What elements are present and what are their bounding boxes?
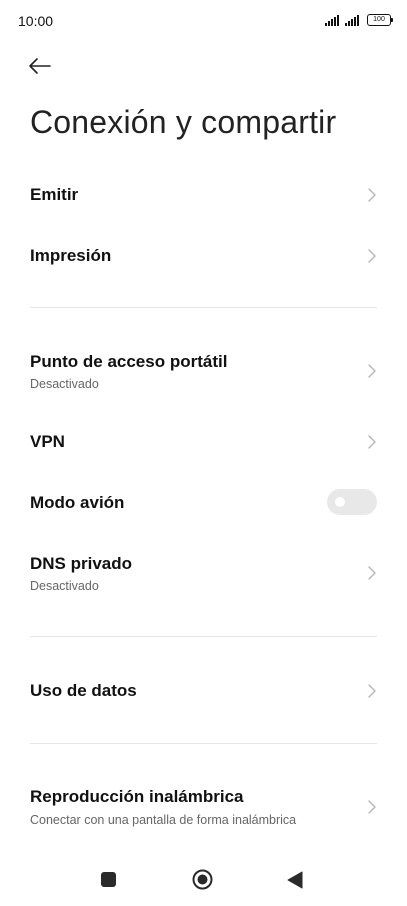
settings-item-label: VPN [30, 432, 65, 451]
chevron-right-icon [368, 188, 376, 202]
divider [30, 636, 377, 637]
status-bar: 10:00 100 [0, 0, 407, 44]
back-arrow-icon [29, 58, 51, 74]
recents-icon[interactable] [101, 872, 116, 887]
settings-item-label: Impresión [30, 246, 112, 265]
airplane-mode-toggle[interactable] [327, 489, 377, 515]
settings-item-label: Modo avión [30, 493, 125, 512]
settings-item-private-dns[interactable]: DNS privado Desactivado [0, 542, 407, 604]
divider [30, 307, 377, 308]
settings-item-status: Desactivado [30, 377, 99, 391]
settings-item-status: Conectar con una pantalla de forma inalá… [30, 813, 297, 827]
settings-item-label: Uso de datos [30, 681, 137, 700]
divider [30, 743, 377, 744]
battery-icon: 100 [367, 14, 393, 26]
signal-icon [325, 15, 339, 26]
chevron-right-icon [368, 800, 376, 814]
back-icon[interactable] [287, 871, 303, 889]
chevron-right-icon [368, 249, 376, 263]
settings-item-impresion[interactable]: Impresión [0, 230, 407, 280]
settings-item-emitir[interactable]: Emitir [0, 170, 407, 220]
navigation-bar [0, 858, 407, 902]
chevron-right-icon [368, 566, 376, 580]
settings-item-label: Reproducción inalámbrica [30, 787, 244, 806]
status-icons: 100 [325, 14, 393, 26]
chevron-right-icon [368, 435, 376, 449]
signal-icon [345, 15, 359, 26]
toggle-knob [335, 497, 345, 507]
settings-item-status: Desactivado [30, 579, 99, 593]
chevron-right-icon [368, 364, 376, 378]
settings-item-hotspot[interactable]: Punto de acceso portátil Desactivado [0, 340, 407, 402]
settings-item-label: Emitir [30, 185, 79, 204]
settings-item-vpn[interactable]: VPN [0, 417, 407, 467]
settings-item-airplane-mode: Modo avión [0, 477, 407, 527]
chevron-right-icon [368, 684, 376, 698]
home-icon[interactable] [192, 869, 213, 890]
status-time: 10:00 [18, 13, 54, 29]
back-button[interactable] [24, 52, 56, 80]
battery-level: 100 [373, 16, 385, 23]
settings-item-data-usage[interactable]: Uso de datos [0, 666, 407, 716]
settings-item-label: DNS privado [30, 554, 133, 573]
settings-item-wireless-display[interactable]: Reproducción inalámbrica Conectar con un… [0, 776, 407, 838]
settings-item-label: Punto de acceso portátil [30, 352, 228, 371]
page-title: Conexión y compartir [30, 104, 337, 140]
